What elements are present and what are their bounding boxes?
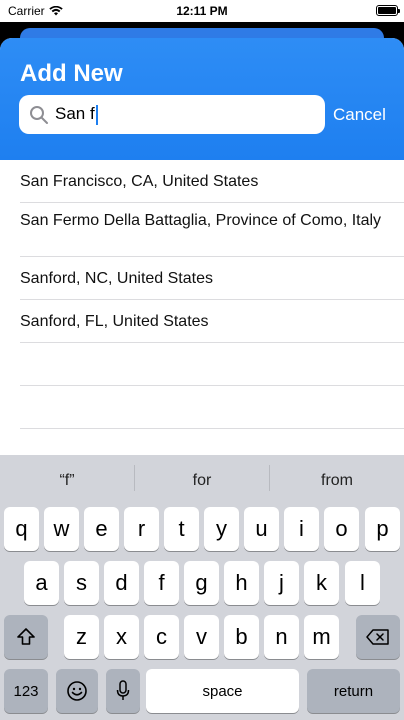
text-caret: [95, 104, 98, 125]
key-y[interactable]: y: [204, 507, 239, 551]
key-c[interactable]: c: [144, 615, 179, 659]
backspace-icon: [366, 629, 389, 645]
space-key[interactable]: space: [146, 669, 299, 713]
key-d[interactable]: d: [104, 561, 139, 605]
empty-row: [0, 386, 404, 429]
search-icon: [30, 105, 48, 124]
key-v[interactable]: v: [184, 615, 219, 659]
key-k[interactable]: k: [304, 561, 339, 605]
key-g[interactable]: g: [184, 561, 219, 605]
key-l[interactable]: l: [345, 561, 380, 605]
key-u[interactable]: u: [244, 507, 279, 551]
list-item[interactable]: Sanford, FL, United States: [0, 300, 404, 343]
key-m[interactable]: m: [304, 615, 339, 659]
list-item[interactable]: Sanford, NC, United States: [0, 257, 404, 300]
prediction-item[interactable]: “f”: [0, 472, 134, 490]
delete-key[interactable]: [356, 615, 400, 659]
key-e[interactable]: e: [84, 507, 119, 551]
key-j[interactable]: j: [264, 561, 299, 605]
key-o[interactable]: o: [324, 507, 359, 551]
key-h[interactable]: h: [224, 561, 259, 605]
prediction-item[interactable]: from: [270, 472, 404, 490]
emoji-icon: [67, 681, 87, 701]
list-item[interactable]: San Fermo Della Battaglia, Province of C…: [0, 203, 404, 257]
key-z[interactable]: z: [64, 615, 99, 659]
key-x[interactable]: x: [104, 615, 139, 659]
sheet-header: Add New San f Cancel: [0, 38, 404, 160]
return-key[interactable]: return: [307, 669, 400, 713]
prediction-bar: “f” for from: [0, 455, 404, 503]
key-w[interactable]: w: [44, 507, 79, 551]
key-t[interactable]: t: [164, 507, 199, 551]
search-input[interactable]: San f: [19, 95, 325, 134]
key-f[interactable]: f: [144, 561, 179, 605]
shift-key[interactable]: [4, 615, 48, 659]
clock: 12:11 PM: [176, 4, 228, 18]
page-title: Add New: [20, 60, 123, 87]
results-list: San Francisco, CA, United States San Fer…: [0, 160, 404, 429]
key-p[interactable]: p: [365, 507, 400, 551]
key-s[interactable]: s: [64, 561, 99, 605]
key-n[interactable]: n: [264, 615, 299, 659]
search-value: San f: [55, 104, 98, 125]
battery-icon: [376, 5, 400, 16]
prediction-item[interactable]: for: [135, 472, 269, 490]
key-b[interactable]: b: [224, 615, 259, 659]
shift-icon: [17, 628, 35, 645]
keyboard: “f” for from q w e r t y u i o p a s d f…: [0, 455, 404, 720]
key-r[interactable]: r: [124, 507, 159, 551]
status-bar: Carrier 12:11 PM: [0, 0, 404, 22]
dictation-key[interactable]: [106, 669, 140, 713]
key-i[interactable]: i: [284, 507, 319, 551]
emoji-key[interactable]: [56, 669, 98, 713]
numbers-key[interactable]: 123: [4, 669, 48, 713]
cancel-button[interactable]: Cancel: [333, 105, 386, 125]
key-q[interactable]: q: [4, 507, 39, 551]
key-a[interactable]: a: [24, 561, 59, 605]
list-item[interactable]: San Francisco, CA, United States: [0, 160, 404, 203]
empty-row: [0, 343, 404, 386]
microphone-icon: [116, 680, 130, 700]
